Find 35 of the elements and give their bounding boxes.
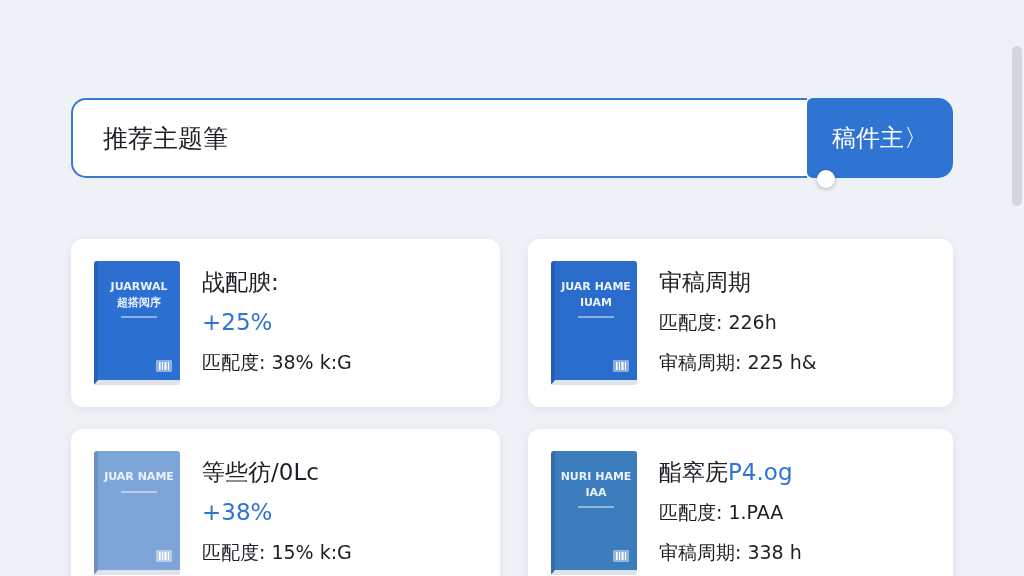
barcode-icon — [156, 360, 172, 372]
barcode-icon — [613, 550, 629, 562]
change-value: +38% — [202, 498, 274, 527]
card-title: 审稿周期 — [659, 268, 752, 297]
stat-text: 匹配度: 38% k:G — [202, 350, 352, 375]
change-value: +25% — [202, 308, 274, 337]
cover-subtitle-mark — [578, 506, 614, 509]
search-field[interactable]: 推荐主题筆 — [71, 98, 807, 178]
journal-card[interactable]: NURI HAME IAA 酯窣庑P4.og 匹配度: 1.PAA 审稿周期: 338 h — [528, 429, 953, 576]
cover-title: IAA — [585, 486, 607, 500]
stat-text: 匹配度: 1.PAA — [659, 500, 785, 525]
stat-text: 审稿周期: 338 h — [659, 540, 802, 565]
cover-title: JUAR HAME — [561, 281, 631, 294]
cover-subtitle-mark — [578, 316, 614, 319]
stat-text: 匹配度: 226h — [659, 310, 778, 335]
journal-card[interactable]: JUAR NAME 等些彷/0Lc +38% 匹配度: 15% k:G — [71, 429, 500, 576]
stat-text: 审稿周期: 225 h& — [659, 350, 817, 375]
stat-text: 匹配度: 15% k:G — [202, 540, 352, 565]
cover-title: NURI HAME — [560, 471, 632, 484]
round-handle-icon[interactable] — [817, 170, 835, 188]
barcode-icon — [156, 550, 172, 562]
cover-subtitle-mark — [121, 490, 157, 493]
search-button[interactable]: 稿件主〉 — [807, 98, 953, 178]
cover-subtitle-mark — [121, 316, 157, 319]
journal-card[interactable]: JUAR HAME IUAM 审稿周期 匹配度: 226h 审稿周期: 225 h& — [528, 239, 953, 407]
cover-title: 超搭阅序 — [117, 296, 161, 310]
card-title: 酯窣庑P4.og — [659, 458, 794, 487]
cover-title: JUAR NAME — [104, 471, 174, 484]
cover-title: JUARWAL — [110, 281, 168, 294]
card-title: 等些彷/0Lc — [202, 458, 320, 487]
barcode-icon — [613, 360, 629, 372]
card-title: 战配腴: — [202, 268, 280, 297]
scrollbar-thumb[interactable] — [1012, 46, 1022, 206]
journal-card[interactable]: JUARWAL 超搭阅序 战配腴: +25% 匹配度: 38% k:G — [71, 239, 500, 407]
cover-title: IUAM — [579, 296, 613, 310]
